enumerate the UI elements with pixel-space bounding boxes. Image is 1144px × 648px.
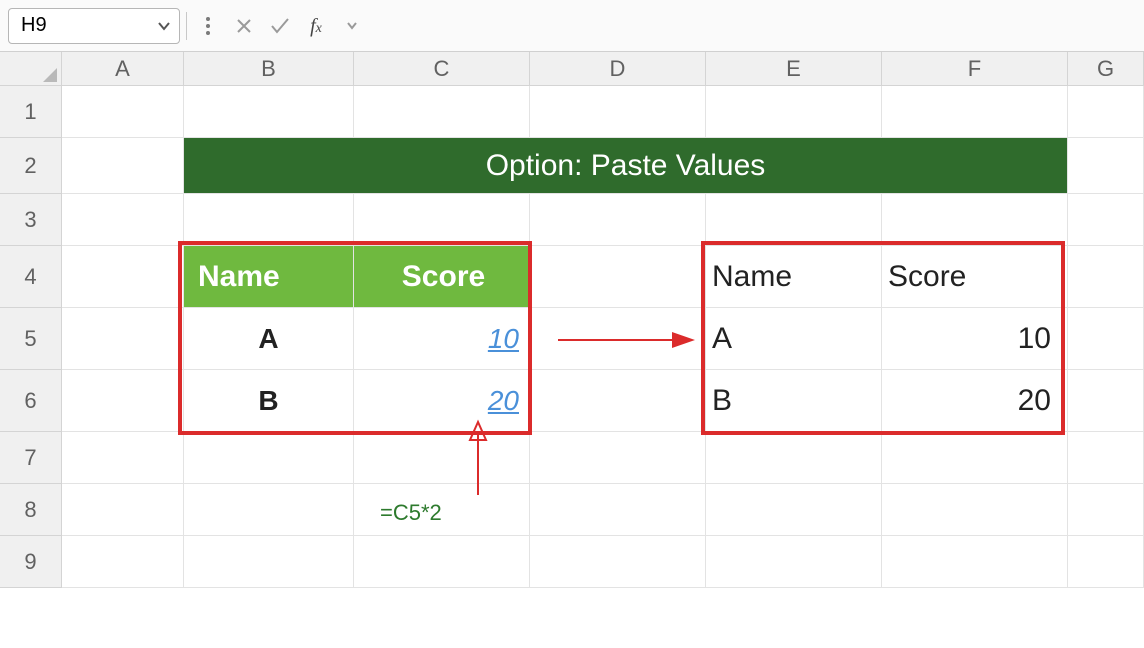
cell-E3[interactable] xyxy=(706,194,882,246)
dots-icon[interactable] xyxy=(193,11,223,41)
cell-E1[interactable] xyxy=(706,86,882,138)
cell-A4[interactable] xyxy=(62,246,184,308)
row-header-8[interactable]: 8 xyxy=(0,484,62,536)
name-box-input[interactable] xyxy=(19,13,149,38)
enter-icon[interactable] xyxy=(265,11,295,41)
cell-G4[interactable] xyxy=(1068,246,1144,308)
cell-B7[interactable] xyxy=(184,432,354,484)
cell-E8[interactable] xyxy=(706,484,882,536)
row-header-3[interactable]: 3 xyxy=(0,194,62,246)
cell-F7[interactable] xyxy=(882,432,1068,484)
banner-title[interactable]: Option: Paste Values xyxy=(184,138,1068,194)
cell-A7[interactable] xyxy=(62,432,184,484)
cell-D4[interactable] xyxy=(530,246,706,308)
col-header-E[interactable]: E xyxy=(706,52,882,86)
row-header-4[interactable]: 4 xyxy=(0,246,62,308)
cell-E9[interactable] xyxy=(706,536,882,588)
cell-B9[interactable] xyxy=(184,536,354,588)
cell-G5[interactable] xyxy=(1068,308,1144,370)
fx-dropdown-icon[interactable] xyxy=(337,11,367,41)
source-name-1[interactable]: B xyxy=(184,370,354,432)
cell-C9[interactable] xyxy=(354,536,530,588)
formula-input[interactable] xyxy=(373,8,1136,44)
source-name-0[interactable]: A xyxy=(184,308,354,370)
cell-B1[interactable] xyxy=(184,86,354,138)
col-header-F[interactable]: F xyxy=(882,52,1068,86)
cell-C7[interactable] xyxy=(354,432,530,484)
cell-A9[interactable] xyxy=(62,536,184,588)
cell-G8[interactable] xyxy=(1068,484,1144,536)
row-header-5[interactable]: 5 xyxy=(0,308,62,370)
col-header-D[interactable]: D xyxy=(530,52,706,86)
cell-A6[interactable] xyxy=(62,370,184,432)
cell-A5[interactable] xyxy=(62,308,184,370)
formula-annotation: =C5*2 xyxy=(380,500,442,526)
row-header-1[interactable]: 1 xyxy=(0,86,62,138)
row-header-2[interactable]: 2 xyxy=(0,138,62,194)
name-box-dropdown[interactable] xyxy=(149,9,179,43)
select-all-corner[interactable] xyxy=(0,52,62,86)
source-score-1[interactable]: 20 xyxy=(354,370,530,432)
dest-header-score[interactable]: Score xyxy=(882,246,1068,308)
cell-A2[interactable] xyxy=(62,138,184,194)
cell-D3[interactable] xyxy=(530,194,706,246)
spreadsheet-grid: A B C D E F G 1 2 Option: Paste Values 3 xyxy=(0,52,1144,588)
cell-D8[interactable] xyxy=(530,484,706,536)
column-header-row: A B C D E F G xyxy=(0,52,1144,86)
dest-score-0[interactable]: 10 xyxy=(882,308,1068,370)
cell-D5[interactable] xyxy=(530,308,706,370)
cancel-icon[interactable] xyxy=(229,11,259,41)
separator xyxy=(186,12,187,40)
dest-name-1[interactable]: B xyxy=(706,370,882,432)
row-header-6[interactable]: 6 xyxy=(0,370,62,432)
col-header-C[interactable]: C xyxy=(354,52,530,86)
source-header-name[interactable]: Name xyxy=(184,246,354,308)
cell-E7[interactable] xyxy=(706,432,882,484)
name-box[interactable] xyxy=(8,8,180,44)
row-header-9[interactable]: 9 xyxy=(0,536,62,588)
source-header-score[interactable]: Score xyxy=(354,246,530,308)
col-header-G[interactable]: G xyxy=(1068,52,1144,86)
cell-D1[interactable] xyxy=(530,86,706,138)
cell-G6[interactable] xyxy=(1068,370,1144,432)
col-header-A[interactable]: A xyxy=(62,52,184,86)
cell-B3[interactable] xyxy=(184,194,354,246)
cell-F3[interactable] xyxy=(882,194,1068,246)
cell-A8[interactable] xyxy=(62,484,184,536)
cell-G3[interactable] xyxy=(1068,194,1144,246)
dest-score-1[interactable]: 20 xyxy=(882,370,1068,432)
col-header-B[interactable]: B xyxy=(184,52,354,86)
cell-A3[interactable] xyxy=(62,194,184,246)
cell-G2[interactable] xyxy=(1068,138,1144,194)
cell-D9[interactable] xyxy=(530,536,706,588)
row-header-7[interactable]: 7 xyxy=(0,432,62,484)
insert-function-icon[interactable]: fx xyxy=(301,11,331,41)
cell-G1[interactable] xyxy=(1068,86,1144,138)
cell-G9[interactable] xyxy=(1068,536,1144,588)
cell-F9[interactable] xyxy=(882,536,1068,588)
dest-name-0[interactable]: A xyxy=(706,308,882,370)
cell-D7[interactable] xyxy=(530,432,706,484)
cell-D6[interactable] xyxy=(530,370,706,432)
cell-B8[interactable] xyxy=(184,484,354,536)
cell-F1[interactable] xyxy=(882,86,1068,138)
dest-header-name[interactable]: Name xyxy=(706,246,882,308)
cell-G7[interactable] xyxy=(1068,432,1144,484)
cell-C3[interactable] xyxy=(354,194,530,246)
cell-A1[interactable] xyxy=(62,86,184,138)
cell-F8[interactable] xyxy=(882,484,1068,536)
source-score-0[interactable]: 10 xyxy=(354,308,530,370)
cell-C1[interactable] xyxy=(354,86,530,138)
formula-bar: fx xyxy=(0,0,1144,52)
